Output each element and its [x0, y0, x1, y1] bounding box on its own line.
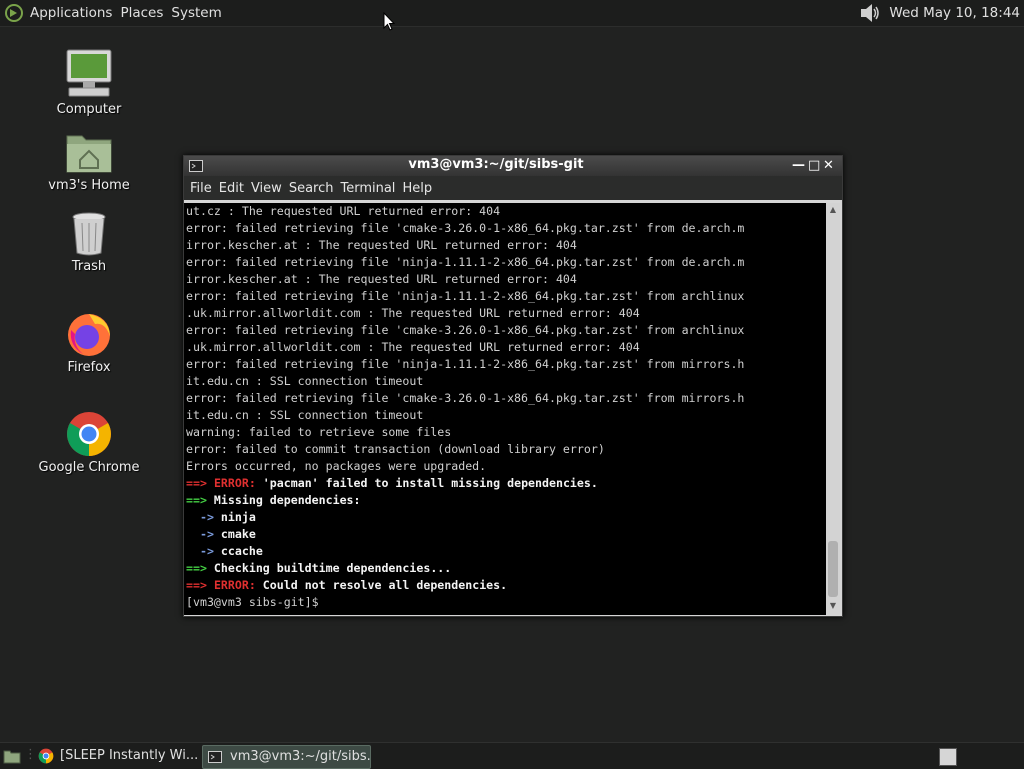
- desktop-icon-firefox[interactable]: Firefox: [29, 310, 149, 375]
- output-line: error: failed retrieving file 'cmake-3.2…: [186, 221, 745, 235]
- window-titlebar[interactable]: vm3@vm3:~/git/sibs-git — □ ✕: [184, 156, 842, 176]
- output-line: warning: failed to retrieve some files: [186, 425, 452, 439]
- top-panel: Applications Places System Wed May 10, 1…: [0, 0, 1024, 27]
- menu-view[interactable]: View: [251, 181, 282, 196]
- clock[interactable]: Wed May 10, 18:44: [889, 5, 1020, 21]
- mouse-cursor-icon: [383, 12, 395, 31]
- info-line: ==> Checking buildtime dependencies...: [184, 560, 826, 577]
- output-line: error: failed retrieving file 'cmake-3.2…: [186, 323, 745, 337]
- output-line: error: failed retrieving file 'ninja-1.1…: [186, 289, 745, 303]
- desktop-icon-label: Computer: [56, 102, 122, 117]
- firefox-icon: [68, 314, 110, 356]
- arrow-marker: ==>: [186, 561, 207, 575]
- error-line: ==> ERROR: Could not resolve all depende…: [184, 577, 826, 594]
- output-line: it.edu.cn : SSL connection timeout: [186, 374, 424, 388]
- arrow-marker: ==>: [186, 493, 207, 507]
- home-folder-icon: [66, 135, 112, 173]
- info-line: ==> Missing dependencies:: [184, 492, 826, 509]
- output-line: error: failed to commit transaction (dow…: [186, 442, 605, 456]
- bottom-panel: ⋮ [SLEEP Instantly Wi... vm3@vm3:~/git/s…: [0, 742, 1024, 769]
- scroll-up-icon[interactable]: ▲: [826, 205, 840, 214]
- desktop-icon-trash[interactable]: Trash: [29, 211, 149, 274]
- error-message: Could not resolve all dependencies.: [255, 578, 508, 592]
- menu-file[interactable]: File: [190, 181, 212, 196]
- places-menu[interactable]: Places: [120, 5, 163, 21]
- prompt-line[interactable]: [vm3@vm3 sibs-git]$: [184, 594, 826, 611]
- desktop-icon-label: Google Chrome: [38, 460, 140, 475]
- applications-menu[interactable]: Applications: [30, 5, 112, 21]
- terminal-window[interactable]: vm3@vm3:~/git/sibs-git — □ ✕ File Edit V…: [183, 155, 843, 617]
- output-line: .uk.mirror.allworldit.com : The requeste…: [186, 340, 640, 354]
- error-label: ERROR:: [213, 476, 256, 490]
- text-cursor: [326, 596, 327, 609]
- desktop-icon-label: Trash: [71, 259, 107, 274]
- error-label: ERROR:: [213, 578, 256, 592]
- dependency-name: cmake: [220, 527, 256, 541]
- output-line: error: failed retrieving file 'ninja-1.1…: [186, 255, 745, 269]
- workspace-switcher[interactable]: [939, 748, 957, 766]
- arrow-marker: ==>: [186, 578, 207, 592]
- computer-icon: [66, 49, 112, 97]
- panel-separator: ⋮: [24, 747, 37, 762]
- desktop-icon-home[interactable]: vm3's Home: [29, 130, 149, 193]
- terminal-scrollbar[interactable]: ▲ ▼: [826, 203, 840, 615]
- desktop-icon-chrome[interactable]: Google Chrome: [29, 410, 149, 475]
- dependency-line: -> ccache: [184, 543, 826, 560]
- sub-arrow-marker: ->: [199, 544, 214, 558]
- chrome-icon: [67, 412, 111, 456]
- scrollbar-thumb[interactable]: [828, 541, 838, 597]
- info-message: Checking buildtime dependencies...: [206, 561, 452, 575]
- close-button[interactable]: ✕: [823, 158, 834, 174]
- mate-logo-icon[interactable]: [4, 3, 24, 23]
- info-message: Missing dependencies:: [206, 493, 361, 507]
- menu-edit[interactable]: Edit: [219, 181, 244, 196]
- output-line: ut.cz : The requested URL returned error…: [186, 204, 501, 218]
- minimize-button[interactable]: —: [792, 158, 805, 174]
- show-desktop-icon[interactable]: [3, 748, 21, 764]
- terminal-menubar: File Edit View Search Terminal Help: [184, 176, 842, 200]
- chrome-icon: [38, 748, 54, 763]
- desktop-icon-label: Firefox: [67, 360, 111, 375]
- system-menu[interactable]: System: [171, 5, 221, 21]
- sub-arrow-marker: ->: [199, 527, 214, 541]
- terminal-output[interactable]: ut.cz : The requested URL returned error…: [184, 203, 826, 615]
- trash-icon: [72, 212, 106, 256]
- task-label: vm3@vm3:~/git/sibs...: [230, 749, 371, 764]
- output-line: error: failed retrieving file 'ninja-1.1…: [186, 357, 745, 371]
- error-line: ==> ERROR: 'pacman' failed to install mi…: [184, 475, 826, 492]
- window-title: vm3@vm3:~/git/sibs-git: [408, 157, 584, 172]
- dependency-line: -> cmake: [184, 526, 826, 543]
- dependency-name: ninja: [220, 510, 256, 524]
- maximize-button[interactable]: □: [808, 158, 820, 174]
- task-chrome[interactable]: [SLEEP Instantly Wi...: [38, 745, 200, 767]
- desktop-icon-label: vm3's Home: [48, 178, 130, 193]
- error-message: 'pacman' failed to install missing depen…: [255, 476, 598, 490]
- dependency-name: ccache: [220, 544, 263, 558]
- terminal-app-icon: [208, 750, 222, 763]
- output-line: it.edu.cn : SSL connection timeout: [186, 408, 424, 422]
- scroll-down-icon[interactable]: ▼: [826, 601, 840, 610]
- desktop-icon-computer[interactable]: Computer: [29, 48, 149, 117]
- menu-help[interactable]: Help: [402, 181, 432, 196]
- dependency-line: -> ninja: [184, 509, 826, 526]
- menu-terminal[interactable]: Terminal: [340, 181, 395, 196]
- task-label: [SLEEP Instantly Wi...: [60, 748, 199, 763]
- output-line: .uk.mirror.allworldit.com : The requeste…: [186, 306, 640, 320]
- output-line: Errors occurred, no packages were upgrad…: [186, 459, 487, 473]
- sub-arrow-marker: ->: [199, 510, 214, 524]
- output-line: irror.kescher.at : The requested URL ret…: [186, 238, 577, 252]
- arrow-marker: ==>: [186, 476, 207, 490]
- volume-icon[interactable]: [859, 3, 881, 23]
- menu-search[interactable]: Search: [289, 181, 334, 196]
- shell-prompt: [vm3@vm3 sibs-git]$: [186, 595, 326, 609]
- task-terminal[interactable]: vm3@vm3:~/git/sibs...: [202, 745, 371, 769]
- output-line: error: failed retrieving file 'cmake-3.2…: [186, 391, 745, 405]
- output-line: irror.kescher.at : The requested URL ret…: [186, 272, 577, 286]
